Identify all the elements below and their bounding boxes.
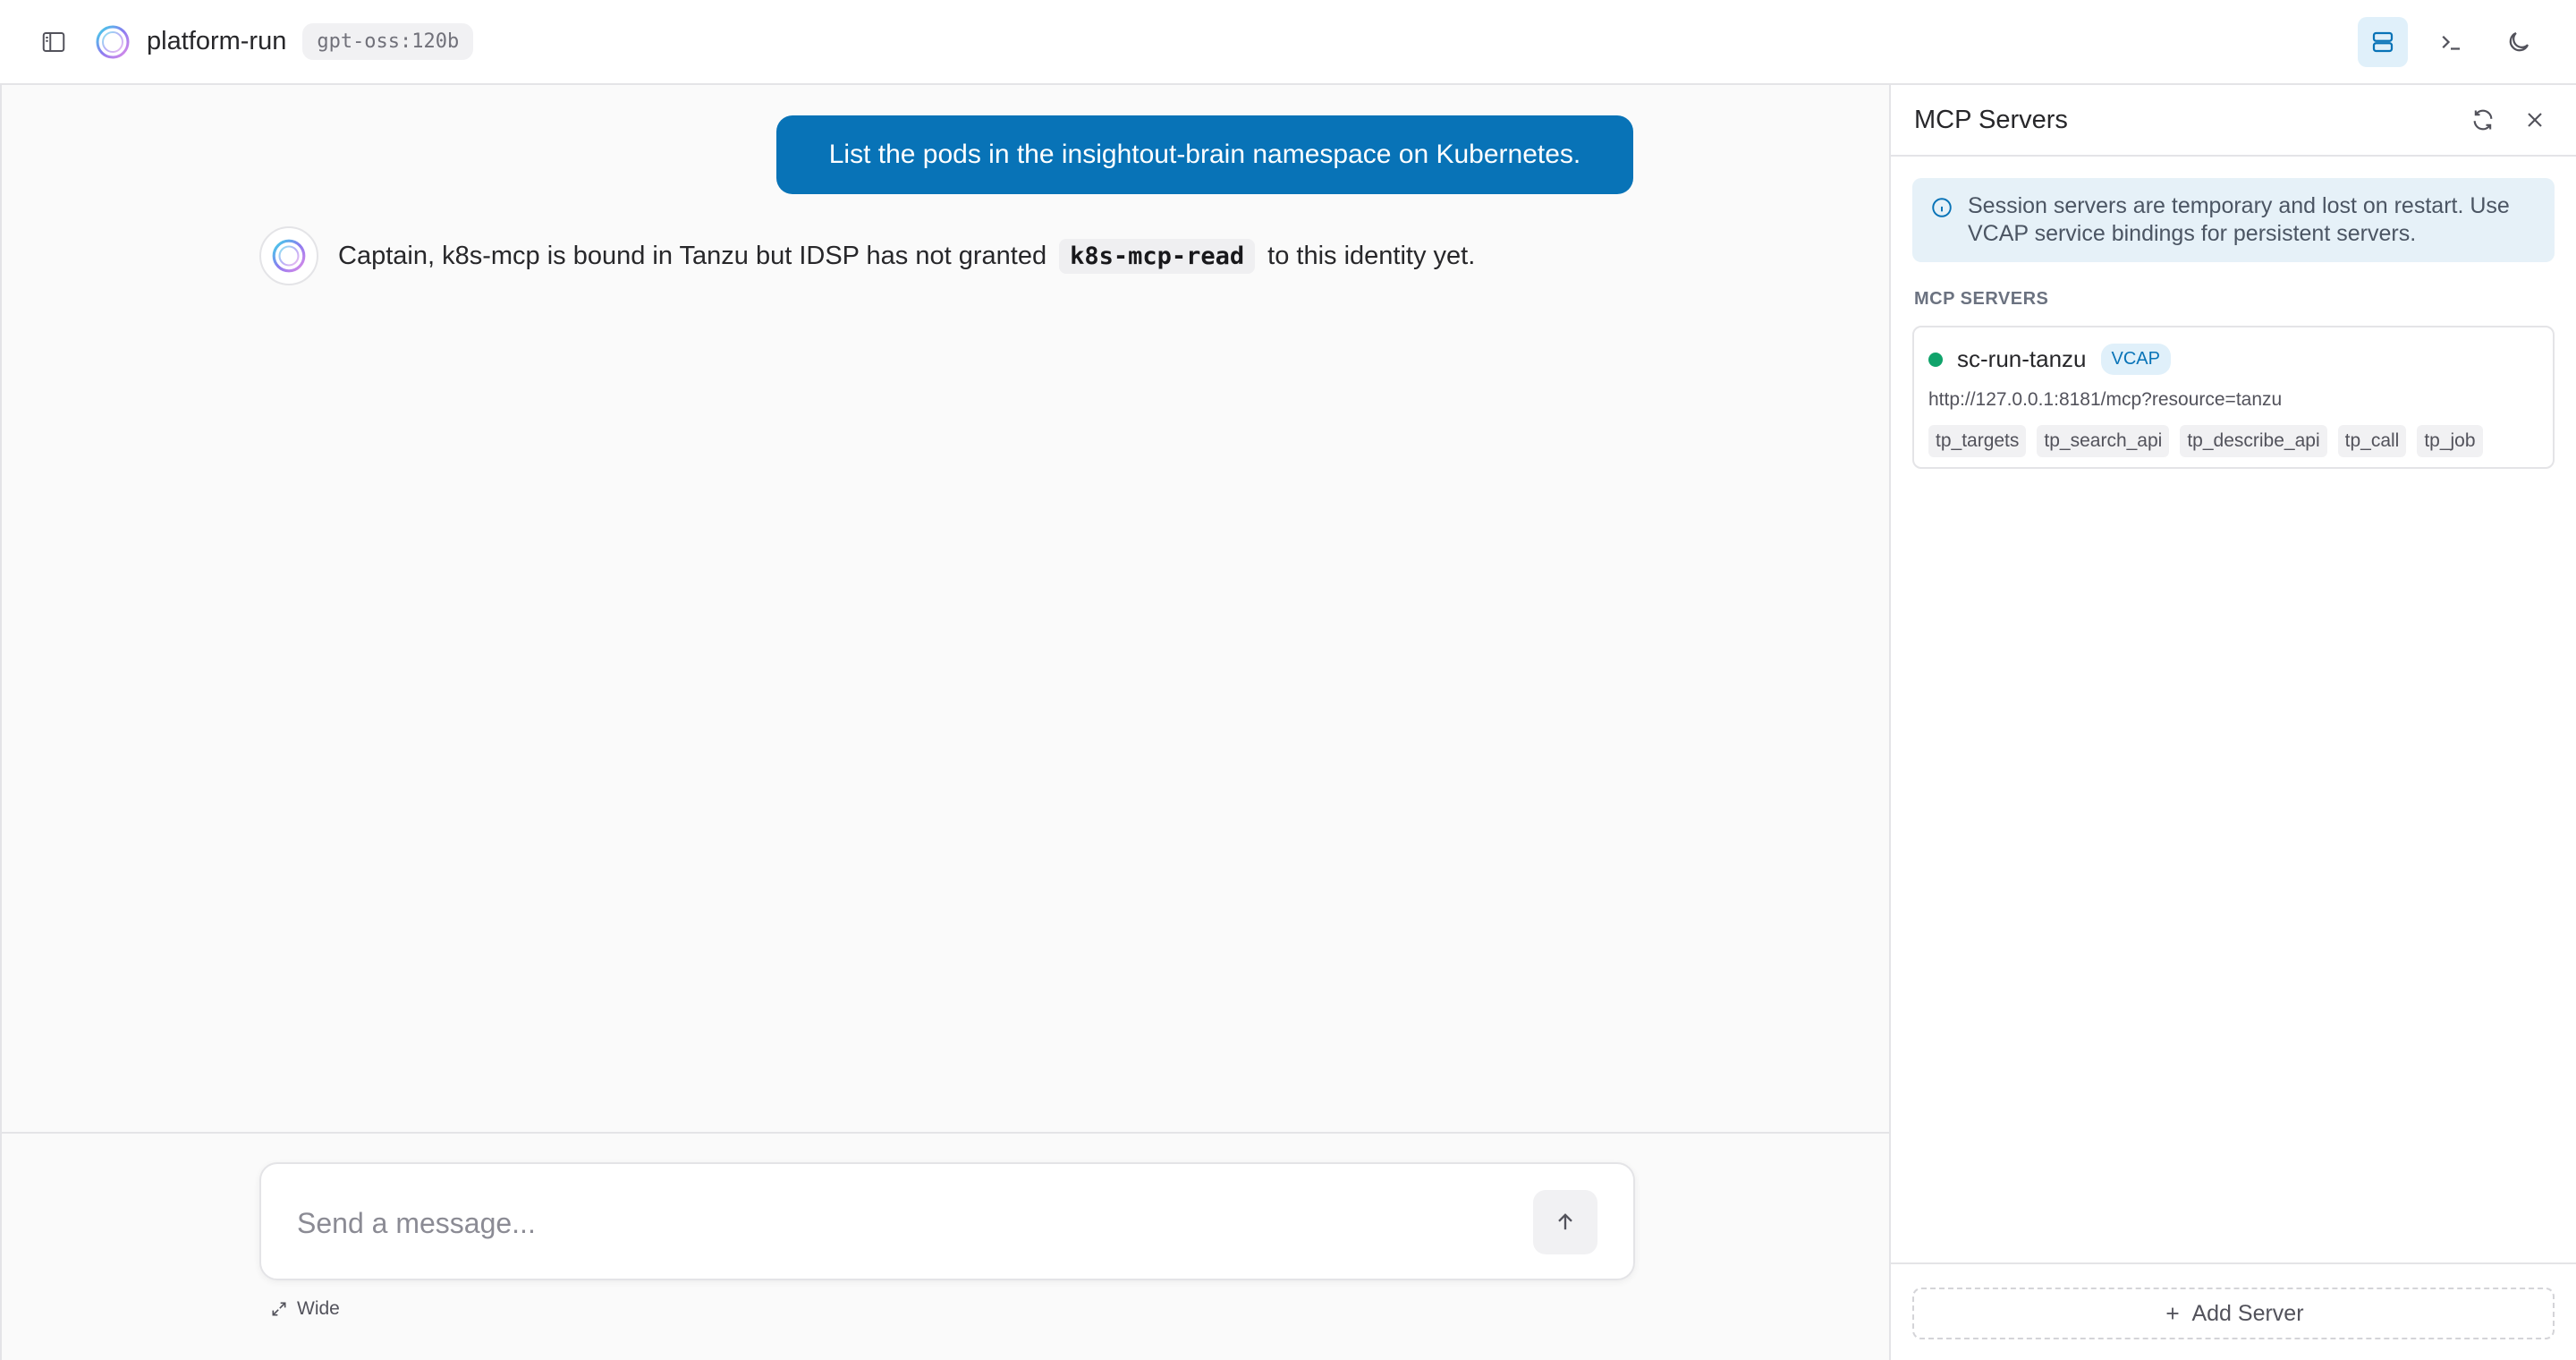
server-name: sc-run-tanzu <box>1957 345 2087 372</box>
server-badge: VCAP <box>2100 344 2171 375</box>
panel-actions <box>2465 102 2553 138</box>
moon-icon[interactable] <box>2494 17 2544 67</box>
top-bar: platform-run gpt-oss:120b <box>0 0 2576 85</box>
close-icon[interactable] <box>2517 102 2553 138</box>
panel-footer: Add Server <box>1891 1262 2576 1360</box>
server-header: sc-run-tanzu VCAP <box>1928 344 2538 375</box>
assistant-text-before: Captain, k8s-mcp is bound in Tanzu but I… <box>338 241 1047 270</box>
wide-label: Wide <box>297 1298 340 1319</box>
mcp-servers-panel: MCP Servers Session servers are temporar… <box>1889 85 2576 1360</box>
server-stack-icon[interactable] <box>2358 16 2408 67</box>
sidebar-toggle-icon[interactable] <box>32 21 75 64</box>
tool-chip: tp_search_api <box>2037 425 2170 457</box>
composer-area: Wide <box>2 1132 1891 1360</box>
tool-chip: tp_call <box>2337 425 2407 457</box>
info-notice: Session servers are temporary and lost o… <box>1912 178 2555 262</box>
tool-list: tp_targets tp_search_api tp_describe_api… <box>1928 425 2538 457</box>
assistant-text: Captain, k8s-mcp is bound in Tanzu but I… <box>338 238 1476 274</box>
app-root: platform-run gpt-oss:120b List the pods … <box>0 0 2576 1360</box>
info-icon <box>1932 198 1952 217</box>
assistant-message: Captain, k8s-mcp is bound in Tanzu but I… <box>259 226 1475 285</box>
refresh-icon[interactable] <box>2465 102 2501 138</box>
wide-toggle[interactable]: Wide <box>270 1298 340 1320</box>
user-message: List the pods in the insightout-brain na… <box>776 115 1633 194</box>
assistant-text-after: to this identity yet. <box>1267 241 1476 270</box>
tool-chip: tp_targets <box>1928 425 2027 457</box>
expand-icon <box>272 1302 286 1316</box>
add-server-label: Add Server <box>2191 1300 2304 1326</box>
arrow-up-icon <box>1558 1213 1572 1230</box>
tool-chip: tp_job <box>2417 425 2483 457</box>
add-server-button[interactable]: Add Server <box>1912 1288 2555 1339</box>
tool-chip: tp_describe_api <box>2180 425 2327 457</box>
ring-logo-icon <box>95 24 131 60</box>
plus-icon <box>2167 1307 2179 1320</box>
status-dot <box>1928 352 1943 367</box>
chat-area: List the pods in the insightout-brain na… <box>0 85 1891 1360</box>
info-text: Session servers are temporary and lost o… <box>1968 193 2510 246</box>
app-title: platform-run <box>147 27 287 55</box>
panel-header: MCP Servers <box>1891 85 2576 157</box>
server-card[interactable]: sc-run-tanzu VCAP http://127.0.0.1:8181/… <box>1912 326 2555 469</box>
server-url: http://127.0.0.1:8181/mcp?resource=tanzu <box>1928 389 2283 410</box>
model-badge[interactable]: gpt-oss:120b <box>302 23 474 60</box>
panel-title: MCP Servers <box>1914 105 2068 134</box>
send-button[interactable] <box>1533 1190 1597 1254</box>
terminal-icon[interactable] <box>2426 17 2476 67</box>
section-label: MCP SERVERS <box>1914 289 2049 309</box>
inline-code: k8s-mcp-read <box>1059 238 1256 274</box>
header-actions <box>2358 16 2544 67</box>
message-input[interactable] <box>297 1196 1496 1250</box>
assistant-avatar <box>259 226 318 285</box>
composer <box>259 1162 1635 1280</box>
ring-logo-icon <box>272 239 306 273</box>
